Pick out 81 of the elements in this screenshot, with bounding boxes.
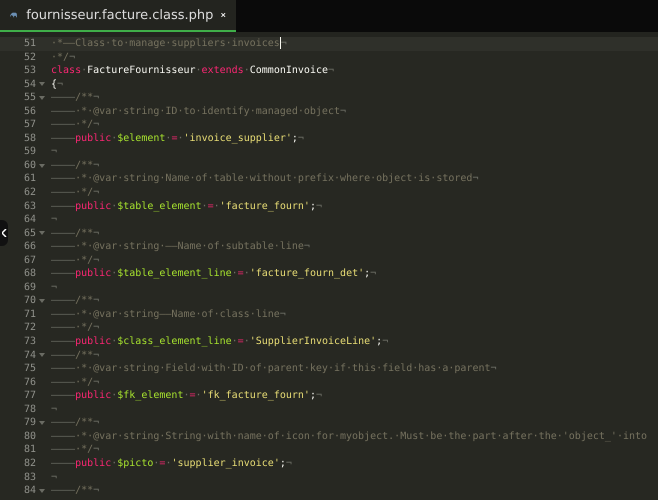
code-line: ————/**¬ — [51, 294, 100, 308]
line-number: 58 — [22, 132, 36, 146]
code-line: ¬ — [51, 280, 58, 294]
line-number: 64 — [22, 213, 36, 227]
code-line: ————/**¬ — [51, 226, 100, 240]
line-number: 73 — [22, 335, 36, 349]
code-line: ————public·$picto·=·'supplier_invoice';¬ — [51, 456, 292, 470]
code-line: ¬ — [51, 145, 58, 159]
code-line: ————·*·@var·string·ID·to·identify·managed·object¬ — [51, 104, 346, 118]
fold-icon[interactable] — [39, 421, 45, 426]
line-number: 61 — [22, 172, 36, 186]
fold-icon[interactable] — [39, 488, 45, 493]
line-number: 59 — [22, 145, 36, 159]
code-line: ————public·$table_element_line·=·'facture_fourn_det';¬ — [51, 267, 376, 281]
code-line: ————public·$element·=·'invoice_supplier';¬ — [51, 132, 304, 146]
code-line: ————·*/¬ — [51, 118, 100, 132]
line-number: 62 — [22, 186, 36, 200]
line-number: 74 — [22, 348, 36, 362]
line-number: 81 — [22, 443, 36, 457]
code-line: ————·*·@var·string·——Name·of·subtable·line¬ — [51, 240, 310, 254]
line-number: 69 — [22, 280, 36, 294]
fold-icon[interactable] — [39, 231, 45, 236]
file-tab[interactable]: fournisseur.facture.class.php — [0, 0, 236, 32]
code-line: ·*/¬ — [51, 50, 76, 64]
fold-icon[interactable] — [39, 82, 45, 86]
line-number: 67 — [22, 254, 36, 268]
code-line: ————public·$fk_element·=·'fk_facture_fourn';¬ — [51, 389, 322, 403]
line-number: 52 — [22, 50, 36, 64]
chevron-left-icon — [2, 229, 6, 237]
code-line: ¬ — [51, 470, 58, 484]
line-number: 83 — [22, 470, 36, 484]
fold-icon[interactable] — [39, 96, 45, 100]
code-line: ————/**¬ — [51, 91, 100, 105]
line-number: 57 — [22, 118, 36, 132]
code-line: ————·*·@var·string·Field·with·ID·of·parent·key·if·this·field·has·a·parent¬ — [51, 362, 497, 376]
line-number: 68 — [22, 267, 36, 281]
line-number: 79 — [22, 416, 36, 430]
fold-icon[interactable] — [39, 299, 45, 304]
code-line: ————public·$class_element_line·=·'SupplierInvoiceLine';¬ — [51, 335, 388, 349]
line-number: 77 — [22, 389, 36, 403]
code-line: class·FactureFournisseur·extends·CommonInvoice¬ — [51, 64, 334, 78]
line-number: 82 — [22, 456, 36, 470]
line-number: 53 — [22, 64, 36, 78]
code-line: ————·*/¬ — [51, 443, 100, 457]
tab-title: fournisseur.facture.class.php — [26, 8, 214, 22]
line-number: 60 — [22, 158, 36, 172]
code-line: ¬ — [51, 402, 58, 416]
line-number: 84 — [22, 484, 36, 498]
code-line: ————·*/¬ — [51, 321, 100, 336]
code-line: ————/**¬ — [51, 158, 100, 172]
code-line: ————·*·@var·string·String·with·name·of·icon·for·myobject.·Must·be·the·part·after·the·'object_'·into — [51, 430, 648, 444]
line-number: 54 — [22, 78, 36, 92]
line-number: 75 — [22, 362, 36, 376]
code-line: {¬ — [51, 78, 64, 92]
close-icon[interactable] — [221, 10, 226, 20]
code-line: ————public·$table_element·=·'facture_fourn';¬ — [51, 200, 322, 214]
line-number: 55 — [22, 91, 36, 105]
code-line: ————·*/¬ — [51, 254, 100, 268]
code-line: ————·*/¬ — [51, 376, 100, 390]
fold-icon[interactable] — [39, 353, 45, 358]
code-line: ————·*·@var·string——Name·of·class·line¬ — [51, 308, 286, 322]
line-number: 72 — [22, 321, 36, 336]
line-number: 80 — [22, 430, 36, 444]
code-line: ————/**¬ — [51, 416, 100, 430]
code-line: ·*——Class·to·manage·suppliers·invoices¬ — [51, 37, 287, 51]
line-number: 70 — [22, 294, 36, 308]
line-number: 71 — [22, 308, 36, 322]
line-number: 51 — [22, 37, 36, 51]
code-line: ¬ — [51, 213, 58, 227]
line-number: 63 — [22, 200, 36, 214]
collapse-button[interactable] — [0, 220, 8, 246]
line-number: 56 — [22, 104, 36, 118]
line-number: 78 — [22, 402, 36, 416]
line-number: 66 — [22, 240, 36, 254]
code-line: ————·*·@var·string·Name·of·table·without·prefix·where·object·is·stored¬ — [51, 172, 478, 186]
code-line: ————/**¬ — [51, 348, 100, 362]
code-line: ————/**¬ — [51, 484, 100, 498]
line-number: 76 — [22, 376, 36, 390]
code-line: ————·*/¬ — [51, 186, 100, 200]
line-number: 65 — [22, 226, 36, 240]
fold-icon[interactable] — [39, 164, 45, 168]
